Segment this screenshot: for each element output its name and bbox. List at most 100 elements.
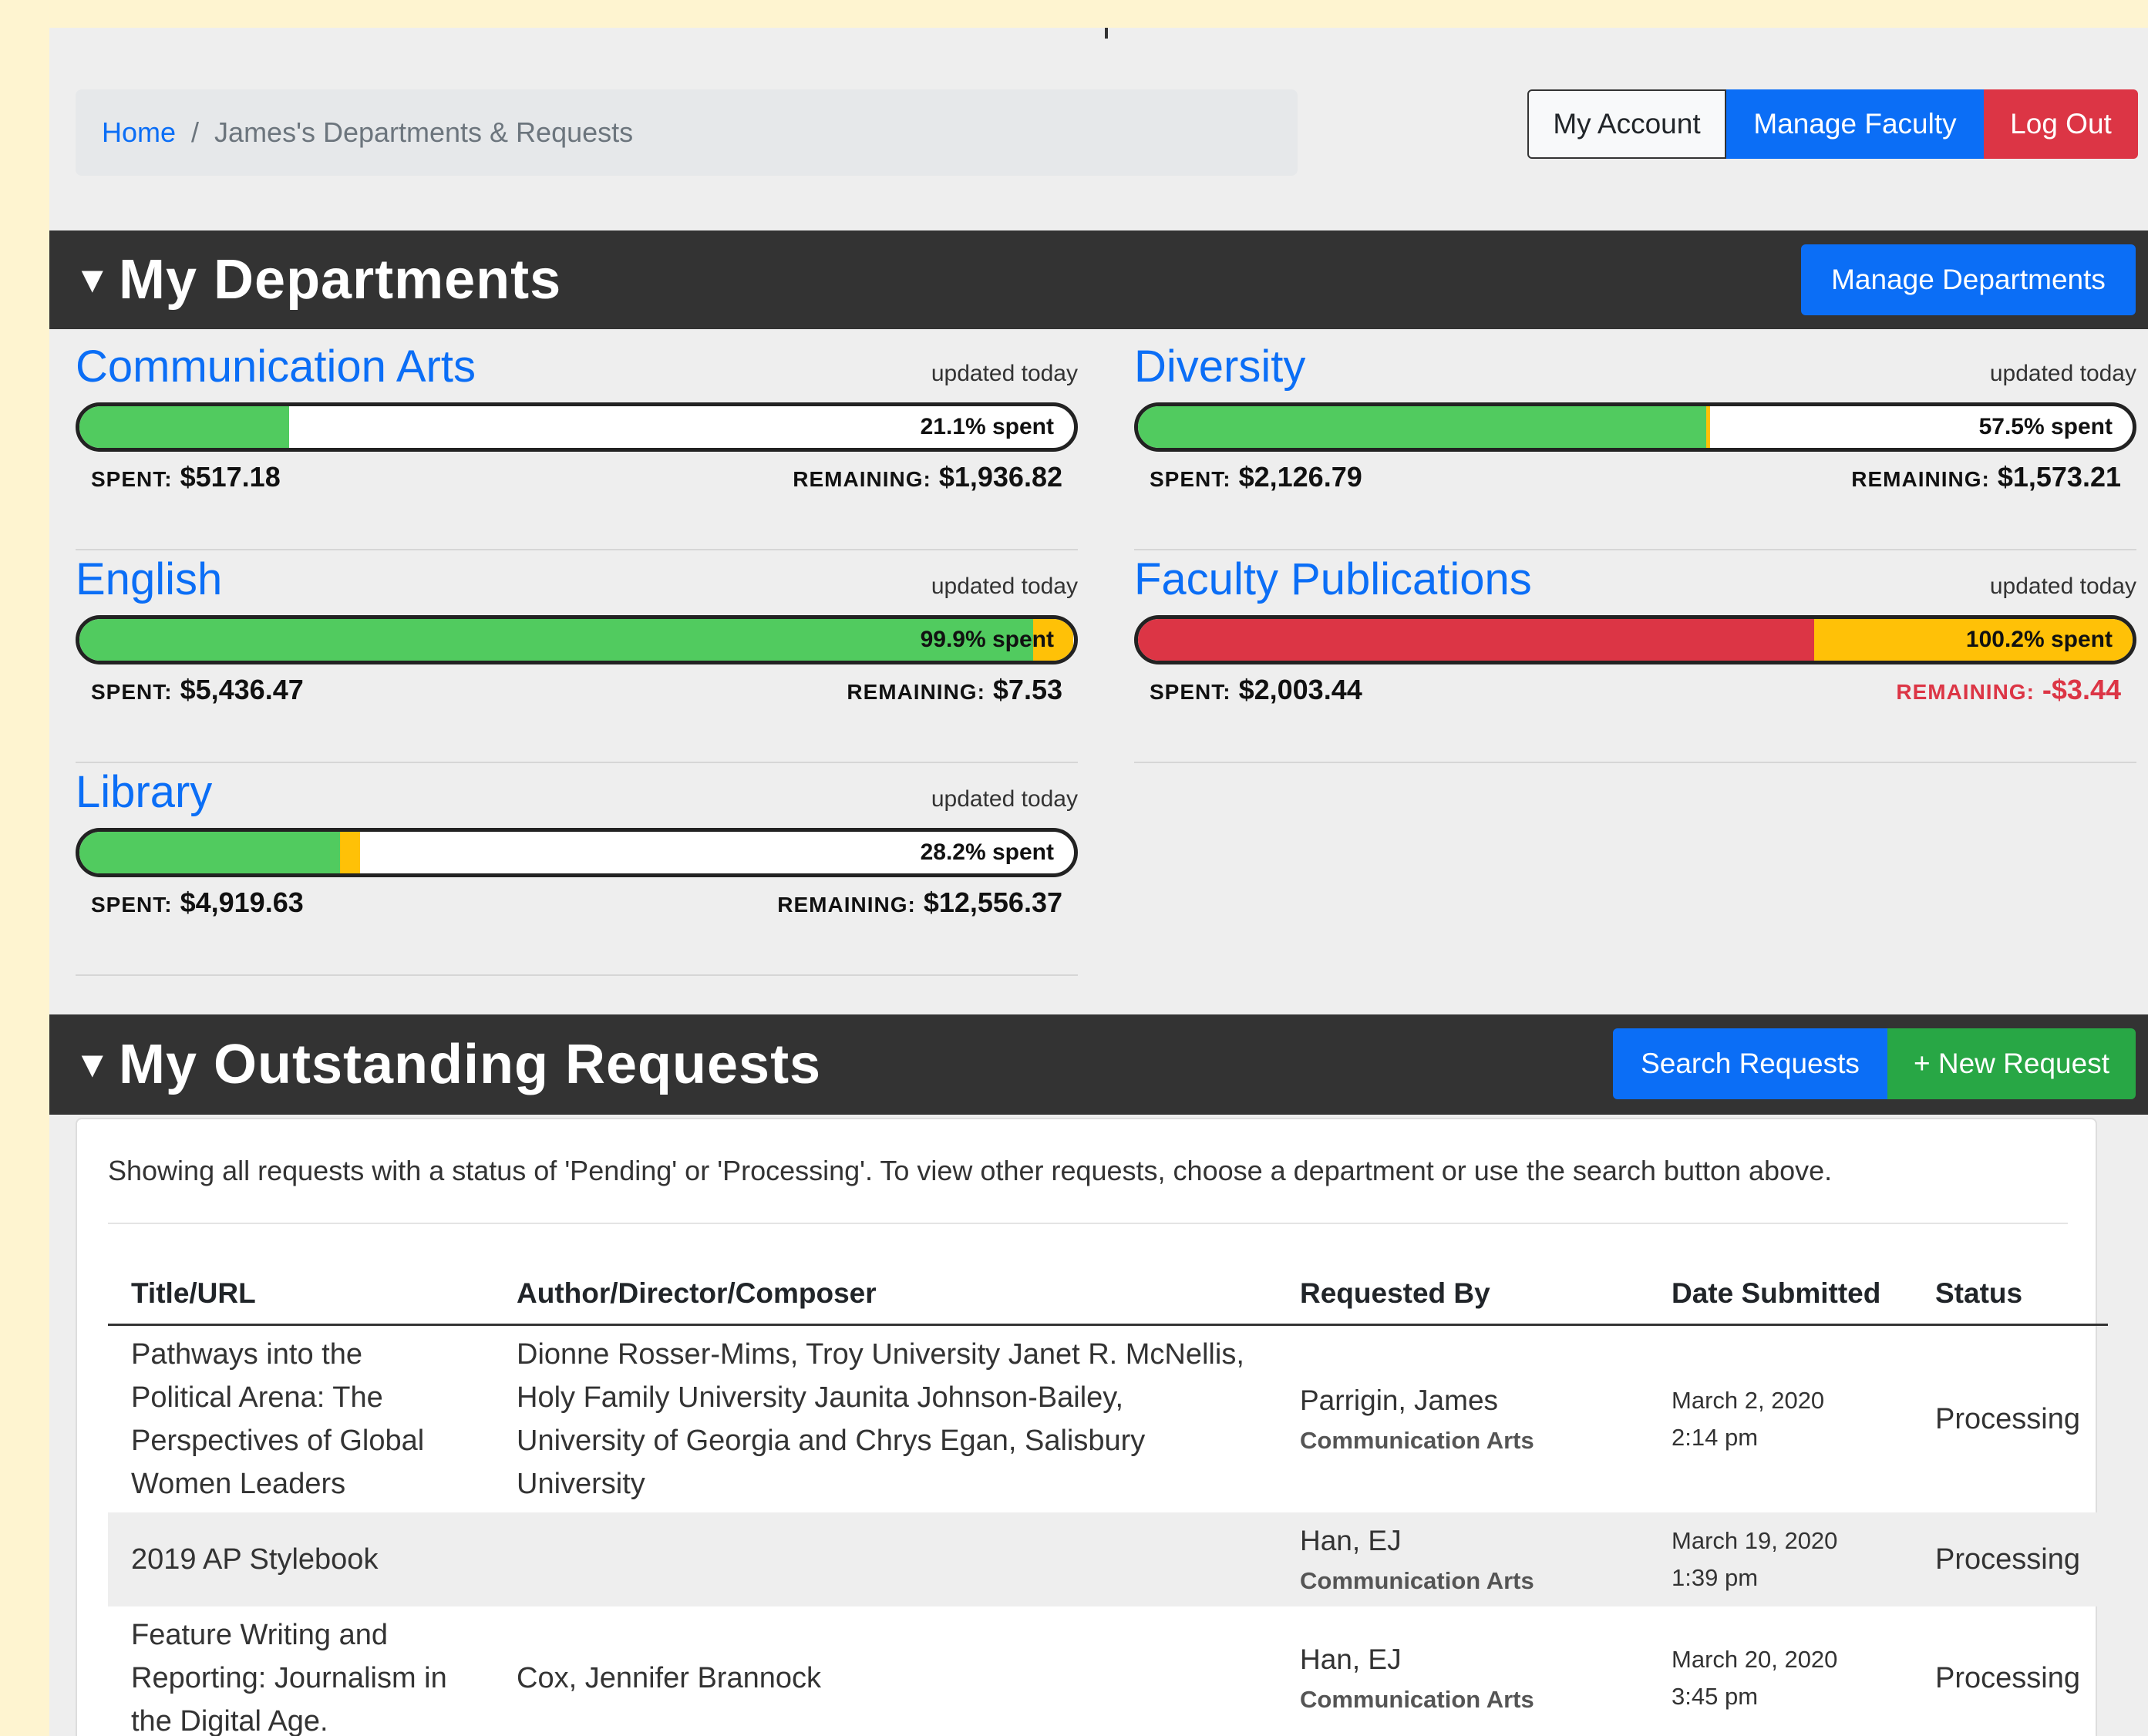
request-status: Processing	[1912, 1512, 2108, 1606]
spent-label: SPENT:	[1150, 467, 1231, 491]
requester-department: Communication Arts	[1300, 1567, 1534, 1594]
department-name-link[interactable]: Faculty Publications	[1134, 553, 1532, 605]
department-card: Library updated today 28.2% spent SPENT:…	[76, 763, 1078, 976]
departments-section-header[interactable]: ▼ My Departments Manage Departments	[49, 230, 2148, 329]
remaining-value: $1,573.21	[1997, 461, 2121, 493]
request-author: Cox, Jennifer Brannock	[517, 1662, 821, 1694]
requester-name: Han, EJ	[1300, 1525, 1402, 1556]
remaining-amount: REMAINING: $1,573.21	[1851, 461, 2121, 493]
progress-spent-segment	[79, 832, 340, 873]
spent-value: $517.18	[180, 461, 281, 493]
spent-amount: SPENT: $2,003.44	[1150, 674, 1362, 706]
department-name-link[interactable]: Communication Arts	[76, 341, 476, 392]
budget-progress-bar: 99.9% spent	[76, 615, 1078, 664]
spent-label: SPENT:	[1150, 680, 1231, 704]
account-button-group: My Account Manage Faculty Log Out	[1527, 89, 2138, 159]
remaining-label: REMAINING:	[1896, 680, 2035, 704]
column-header-status[interactable]: Status	[1912, 1264, 2108, 1326]
department-name-link[interactable]: Diversity	[1134, 341, 1305, 392]
progress-percent-label: 21.1% spent	[920, 414, 1054, 439]
requests-intro-text: Showing all requests with a status of 'P…	[108, 1155, 1833, 1186]
table-row[interactable]: Feature Writing and Reporting: Journalis…	[108, 1606, 2108, 1736]
manage-departments-button[interactable]: Manage Departments	[1801, 244, 2136, 315]
my-account-button[interactable]: My Account	[1527, 89, 1726, 159]
breadcrumb: Home / James's Departments & Requests	[76, 89, 1298, 176]
budget-progress-bar: 57.5% spent	[1134, 402, 2136, 452]
spent-value: $2,003.44	[1238, 674, 1362, 705]
budget-progress-bar: 28.2% spent	[76, 828, 1078, 877]
budget-progress-bar: 21.1% spent	[76, 402, 1078, 452]
remaining-label: REMAINING:	[1851, 467, 1990, 491]
requests-card: Showing all requests with a status of 'P…	[76, 1118, 2108, 1736]
search-requests-button[interactable]: Search Requests	[1613, 1028, 1887, 1099]
request-status: Processing	[1935, 1402, 2080, 1435]
remaining-amount: REMAINING: $1,936.82	[793, 461, 1062, 493]
requester-name: Parrigin, James	[1300, 1384, 1499, 1416]
request-status: Processing	[1935, 1662, 2080, 1694]
request-author: Dionne Rosser-Mims, Troy University Jane…	[517, 1337, 1244, 1500]
department-card: Diversity updated today 57.5% spent SPEN…	[1134, 338, 2136, 550]
requester-department: Communication Arts	[1300, 1426, 1534, 1454]
collapse-caret-icon[interactable]: ▼	[74, 259, 119, 301]
request-title[interactable]: Feature Writing and Reporting: Journalis…	[108, 1606, 493, 1736]
remaining-value: $7.53	[992, 674, 1062, 705]
column-header-requested-by[interactable]: Requested By	[1277, 1264, 1648, 1326]
progress-percent-label: 57.5% spent	[1978, 414, 2113, 439]
request-author	[493, 1512, 1277, 1606]
remaining-amount: REMAINING: -$3.44	[1896, 674, 2121, 706]
spent-label: SPENT:	[91, 893, 173, 917]
progress-spent-segment	[1138, 406, 1706, 448]
requests-section-header[interactable]: ▼ My Outstanding Requests Search Request…	[49, 1014, 2148, 1115]
column-header-date[interactable]: Date Submitted	[1648, 1264, 1912, 1326]
progress-pending-segment	[1705, 406, 1710, 448]
remaining-label: REMAINING:	[777, 893, 916, 917]
spent-amount: SPENT: $4,919.63	[91, 887, 304, 919]
submitted-date: March 2, 2020	[1672, 1386, 1825, 1414]
table-row[interactable]: 2019 AP Stylebook Han, EJ Communication A…	[108, 1512, 2108, 1606]
table-header-row: Title/URL Author/Director/Composer Reque…	[108, 1264, 2108, 1326]
department-name-link[interactable]: English	[76, 553, 222, 605]
progress-percent-label: 28.2% spent	[920, 839, 1054, 865]
spent-amount: SPENT: $517.18	[91, 461, 281, 493]
log-out-button[interactable]: Log Out	[1984, 89, 2138, 159]
requests-table: Title/URL Author/Director/Composer Reque…	[108, 1264, 2108, 1736]
departments-section-title: My Departments	[119, 249, 562, 311]
manage-faculty-button[interactable]: Manage Faculty	[1726, 89, 1984, 159]
request-title[interactable]: 2019 AP Stylebook	[108, 1512, 493, 1606]
request-title[interactable]: Pathways into the Political Arena: The P…	[108, 1324, 493, 1512]
new-request-button[interactable]: + New Request	[1887, 1028, 2136, 1099]
progress-spent-segment	[1138, 619, 1815, 661]
collapse-caret-icon[interactable]: ▼	[74, 1044, 119, 1086]
submitted-time: 2:14 pm	[1672, 1423, 1759, 1451]
submitted-time: 1:39 pm	[1672, 1564, 1759, 1591]
department-updated-text: updated today	[931, 361, 1078, 386]
table-row[interactable]: Pathways into the Political Arena: The P…	[108, 1324, 2108, 1512]
remaining-value: $1,936.82	[938, 461, 1062, 493]
spent-label: SPENT:	[91, 467, 173, 491]
progress-spent-segment	[79, 619, 1034, 661]
department-name-link[interactable]: Library	[76, 766, 212, 818]
requester-name: Han, EJ	[1300, 1643, 1402, 1675]
spent-amount: SPENT: $2,126.79	[1150, 461, 1362, 493]
remaining-label: REMAINING:	[793, 467, 931, 491]
department-updated-text: updated today	[1989, 361, 2136, 386]
spent-amount: SPENT: $5,436.47	[91, 674, 304, 706]
department-updated-text: updated today	[1989, 574, 2136, 599]
progress-percent-label: 100.2% spent	[1965, 627, 2113, 652]
department-card: English updated today 99.9% spent SPENT:…	[76, 550, 1078, 763]
cursor-mark	[1105, 28, 1108, 39]
breadcrumb-home-link[interactable]: Home	[102, 116, 176, 149]
page: Home / James's Departments & Requests My…	[49, 28, 2148, 1736]
requests-section-title: My Outstanding Requests	[119, 1034, 822, 1095]
remaining-label: REMAINING:	[847, 680, 985, 704]
spent-label: SPENT:	[91, 680, 173, 704]
remaining-amount: REMAINING: $7.53	[847, 674, 1062, 706]
spent-value: $2,126.79	[1238, 461, 1362, 493]
department-updated-text: updated today	[931, 574, 1078, 599]
department-updated-text: updated today	[931, 786, 1078, 812]
budget-progress-bar: 100.2% spent	[1134, 615, 2136, 664]
department-card: Faculty Publications updated today 100.2…	[1134, 550, 2136, 763]
column-header-title[interactable]: Title/URL	[108, 1264, 493, 1326]
column-header-author[interactable]: Author/Director/Composer	[493, 1264, 1277, 1326]
spent-value: $4,919.63	[180, 887, 304, 918]
